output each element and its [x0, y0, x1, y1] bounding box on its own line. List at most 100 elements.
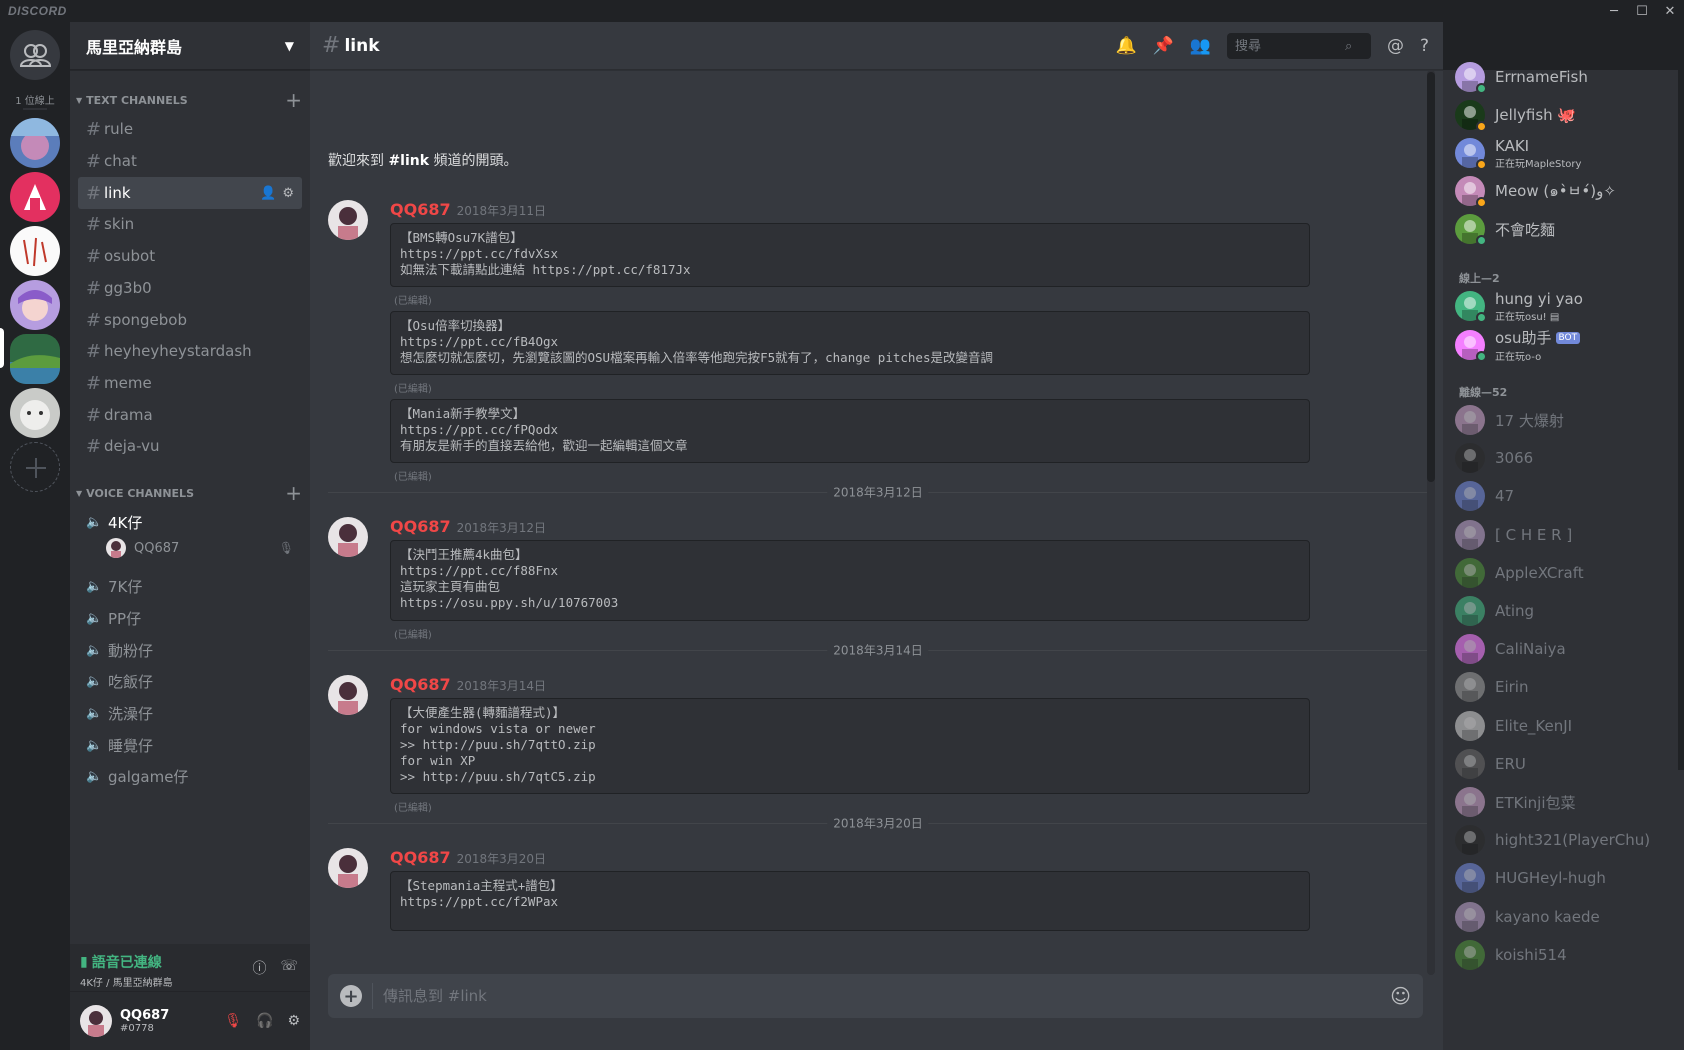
channel-meme[interactable]: # meme [78, 367, 302, 399]
server-icon-5[interactable] [10, 334, 60, 384]
message-scrollbar[interactable] [1427, 70, 1435, 975]
member-item[interactable]: osu助手 BOT 正在玩o-o [1455, 325, 1675, 365]
search-box[interactable]: ⌕ [1226, 33, 1371, 59]
member-item[interactable]: ERU [1455, 744, 1675, 784]
member-name: koishi514 [1495, 945, 1567, 964]
avatar[interactable] [328, 848, 368, 888]
disconnect-icon[interactable]: ☏ [280, 958, 298, 978]
voice-channel[interactable]: 🔈 7K仔 [78, 570, 302, 602]
message-author[interactable]: QQ687 [390, 200, 451, 219]
channel-deja-vu[interactable]: # deja-vu [78, 430, 302, 462]
message-author[interactable]: QQ687 [390, 848, 451, 867]
hash-icon: # [86, 309, 102, 331]
app-brand: DISCORD [8, 4, 67, 18]
voice-channel[interactable]: 🔈 galgame仔 [78, 760, 302, 792]
server-icon-6[interactable] [10, 388, 60, 438]
info-icon[interactable]: ⓘ [252, 958, 266, 978]
member-item[interactable]: Ating [1455, 591, 1675, 631]
member-item[interactable]: ETKinji包菜 [1455, 782, 1675, 822]
member-item[interactable]: hight321(PlayerChu) [1455, 820, 1675, 860]
member-name: HUGHeyl-hugh [1495, 869, 1606, 888]
voice-status[interactable]: 語音已連線 [92, 952, 162, 972]
channel-spongebob[interactable]: # spongebob [78, 304, 302, 336]
avatar[interactable] [328, 200, 368, 240]
voice-connection-panel: ▮ 語音已連線 4K仔 / 馬里亞納群島 ⓘ ☏ [70, 944, 310, 992]
voice-channel[interactable]: 🔈 吃飯仔 [78, 665, 302, 697]
hash-icon: # [86, 150, 102, 172]
mention-icon[interactable]: @ [1387, 36, 1404, 56]
member-scrollbar[interactable] [1678, 70, 1684, 770]
channel-drama[interactable]: # drama [78, 399, 302, 431]
avatar[interactable] [328, 517, 368, 557]
voice-channel[interactable]: 🔈 洗澡仔 [78, 697, 302, 729]
add-user-icon[interactable]: 👤 [260, 186, 276, 201]
add-server-button[interactable] [10, 442, 60, 492]
emoji-icon[interactable]: ☺ [1390, 984, 1411, 1008]
search-input[interactable] [1234, 38, 1345, 54]
category-label: VOICE CHANNELS [86, 486, 194, 500]
upload-button[interactable]: + [340, 985, 362, 1007]
friends-home-button[interactable] [10, 30, 60, 80]
voice-channel[interactable]: 🔈 動粉仔 [78, 634, 302, 666]
channel-link[interactable]: # link 👤 ⚙ [78, 177, 302, 209]
member-item[interactable]: KAKI 正在玩MapleStory [1455, 133, 1675, 173]
scrollbar-thumb[interactable] [1427, 72, 1435, 482]
mic-icon[interactable]: 🎙 [224, 1013, 242, 1029]
channel-heyheyheystardash[interactable]: # heyheyheystardash [78, 335, 302, 367]
member-item[interactable]: CaliNaiya [1455, 629, 1675, 669]
avatar[interactable] [328, 675, 368, 715]
member-item[interactable]: 不會吃麵 [1455, 209, 1675, 249]
close-window-button[interactable]: ✕ [1656, 0, 1684, 22]
members-icon[interactable]: 👥 [1190, 36, 1211, 56]
member-item[interactable]: 17 大爆射 [1455, 400, 1675, 440]
member-item[interactable]: AppleXCraft [1455, 553, 1675, 593]
voice-channel[interactable]: 🔈 PP仔 [78, 602, 302, 634]
channel-mention[interactable]: #link [388, 153, 429, 169]
user-tag: #0778 [120, 1023, 154, 1034]
help-icon[interactable]: ? [1420, 36, 1429, 56]
create-voice-channel-button[interactable]: + [285, 481, 302, 505]
date-divider: 2018年3月14日 [328, 641, 1428, 659]
message-author[interactable]: QQ687 [390, 675, 451, 694]
member-item[interactable]: koishi514 [1455, 935, 1675, 975]
message-input[interactable] [383, 987, 1391, 1005]
channel-label: osubot [104, 247, 156, 265]
message-author[interactable]: QQ687 [390, 517, 451, 536]
bell-icon[interactable]: 🔔 [1115, 36, 1136, 56]
channel-skin[interactable]: # skin [78, 208, 302, 240]
voice-user[interactable]: QQ687 🎙 [106, 534, 302, 562]
guild-header[interactable]: 馬里亞納群島 ▼ [70, 22, 310, 70]
member-item[interactable]: ErrnameFish [1455, 57, 1675, 97]
member-item[interactable]: Elite_KenJI [1455, 706, 1675, 746]
member-item[interactable]: kayano kaede [1455, 897, 1675, 937]
minimize-button[interactable]: ─ [1600, 0, 1628, 22]
channel-gg3b0[interactable]: # gg3b0 [78, 272, 302, 304]
category-text-channels[interactable]: ▼ TEXT CHANNELS + [70, 88, 310, 112]
maximize-button[interactable]: ☐ [1628, 0, 1656, 22]
member-item[interactable]: 47 [1455, 476, 1675, 516]
gear-icon[interactable]: ⚙ [287, 1013, 300, 1029]
server-icon-1[interactable] [10, 118, 60, 168]
avatar[interactable] [80, 1005, 112, 1037]
chevron-down-icon: ▼ [284, 38, 294, 53]
gear-icon[interactable]: ⚙ [282, 186, 294, 201]
server-icon-2[interactable] [10, 172, 60, 222]
headphones-icon[interactable]: 🎧 [256, 1013, 273, 1029]
server-icon-4[interactable] [10, 280, 60, 330]
member-item[interactable]: 3066 [1455, 438, 1675, 478]
member-item[interactable]: Eirin [1455, 667, 1675, 707]
voice-channel[interactable]: 🔈 睡覺仔 [78, 729, 302, 761]
channel-osubot[interactable]: # osubot [78, 240, 302, 272]
member-item[interactable]: hung yi yao 正在玩osu! ▤ [1455, 286, 1675, 326]
member-item[interactable]: Meow (๑•̀ㅂ•́)و✧ [1455, 171, 1675, 211]
pin-icon[interactable]: 📌 [1153, 36, 1174, 56]
member-item[interactable]: [ C H E R ] [1455, 515, 1675, 555]
speaker-icon: 🔈 [86, 737, 103, 753]
category-voice-channels[interactable]: ▼ VOICE CHANNELS + [70, 481, 310, 505]
channel-chat[interactable]: # chat [78, 145, 302, 177]
server-icon-3[interactable] [10, 226, 60, 276]
member-item[interactable]: Jellyfish 🐙 [1455, 95, 1675, 135]
channel-rule[interactable]: # rule [78, 113, 302, 145]
member-item[interactable]: HUGHeyl-hugh [1455, 858, 1675, 898]
create-channel-button[interactable]: + [285, 88, 302, 112]
